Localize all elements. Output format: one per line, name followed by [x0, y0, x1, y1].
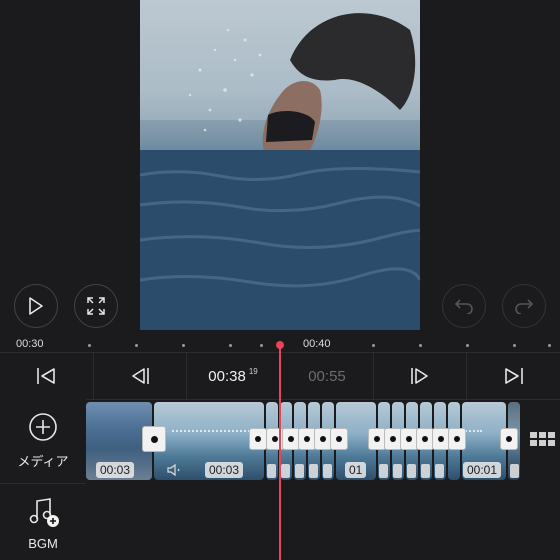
- clip-duration-marker: [421, 464, 430, 478]
- add-circle-icon: [29, 413, 57, 441]
- playhead[interactable]: [279, 344, 281, 560]
- mute-icon[interactable]: [166, 462, 182, 483]
- transition-button[interactable]: [249, 428, 267, 450]
- clip-duration-marker: [435, 464, 444, 478]
- clip-duration: 00:01: [463, 462, 502, 478]
- fullscreen-button[interactable]: [74, 284, 118, 328]
- expand-icon: [87, 297, 105, 315]
- next-frame-button[interactable]: [374, 353, 466, 399]
- clip-duration-marker: [281, 464, 290, 478]
- ruler-dot: [182, 344, 185, 347]
- undo-icon: [454, 299, 473, 314]
- grid-icon: [530, 432, 555, 446]
- playhead-handle[interactable]: [276, 341, 284, 349]
- bgm-label[interactable]: BGM: [0, 536, 86, 551]
- add-bgm-button[interactable]: [28, 497, 62, 529]
- clip-duration-marker: [510, 464, 519, 478]
- end-time: 00:55: [281, 353, 373, 399]
- ruler-dot: [135, 344, 138, 347]
- current-time: 00:38 19: [187, 353, 279, 399]
- music-note-icon: [29, 498, 59, 527]
- redo-icon: [515, 299, 534, 314]
- clip-grid-button[interactable]: [530, 432, 556, 452]
- undo-button[interactable]: [442, 284, 486, 328]
- ruler-dot: [548, 344, 551, 347]
- redo-button[interactable]: [502, 284, 546, 328]
- next-frame-icon: [411, 368, 428, 384]
- preview-scene: [140, 0, 420, 330]
- previous-frame-icon: [132, 368, 149, 384]
- clip-duration: 01: [345, 462, 367, 478]
- audio-line: [172, 430, 258, 432]
- clip-duration-marker: [407, 464, 416, 478]
- ruler-label: 00:40: [303, 338, 331, 350]
- ruler-dot: [513, 344, 516, 347]
- previous-frame-button[interactable]: [94, 353, 186, 399]
- clip-duration-marker: [379, 464, 388, 478]
- ruler-dot: [229, 344, 232, 347]
- clip-duration: 00:03: [96, 462, 135, 478]
- divider: [0, 483, 86, 484]
- media-label[interactable]: メディア: [0, 451, 86, 470]
- ruler-label: 00:30: [16, 338, 44, 350]
- current-time-value: 00:38: [208, 367, 246, 385]
- ruler-dot: [419, 344, 422, 347]
- side-panel: メディア BGM: [0, 399, 86, 560]
- end-time-value: 00:55: [308, 367, 346, 385]
- clip-duration-marker: [295, 464, 304, 478]
- clip-duration: 00:03: [205, 462, 244, 478]
- transition-button[interactable]: [500, 428, 518, 450]
- skip-to-start-button[interactable]: [0, 353, 92, 399]
- video-preview[interactable]: [140, 0, 420, 330]
- clip-duration-marker: [267, 464, 276, 478]
- clip-duration-marker: [323, 464, 332, 478]
- skip-to-start-icon: [37, 368, 55, 384]
- transition-button[interactable]: [330, 428, 348, 450]
- skip-to-end-button[interactable]: [467, 353, 560, 399]
- add-media-button[interactable]: [28, 412, 58, 442]
- clip-duration-marker: [309, 464, 318, 478]
- ruler-dot: [260, 344, 263, 347]
- play-icon: [29, 297, 43, 315]
- play-button[interactable]: [14, 284, 58, 328]
- ruler-dot: [88, 344, 91, 347]
- current-time-frames: 19: [248, 366, 258, 376]
- ruler-dot: [372, 344, 375, 347]
- clip-duration-marker: [393, 464, 402, 478]
- transition-button[interactable]: [448, 428, 466, 450]
- ruler-dot: [466, 344, 469, 347]
- skip-to-end-icon: [504, 368, 523, 384]
- timeline-track[interactable]: 00:03 00:03 01 01 00:01: [86, 400, 526, 483]
- transition-button[interactable]: [142, 426, 166, 452]
